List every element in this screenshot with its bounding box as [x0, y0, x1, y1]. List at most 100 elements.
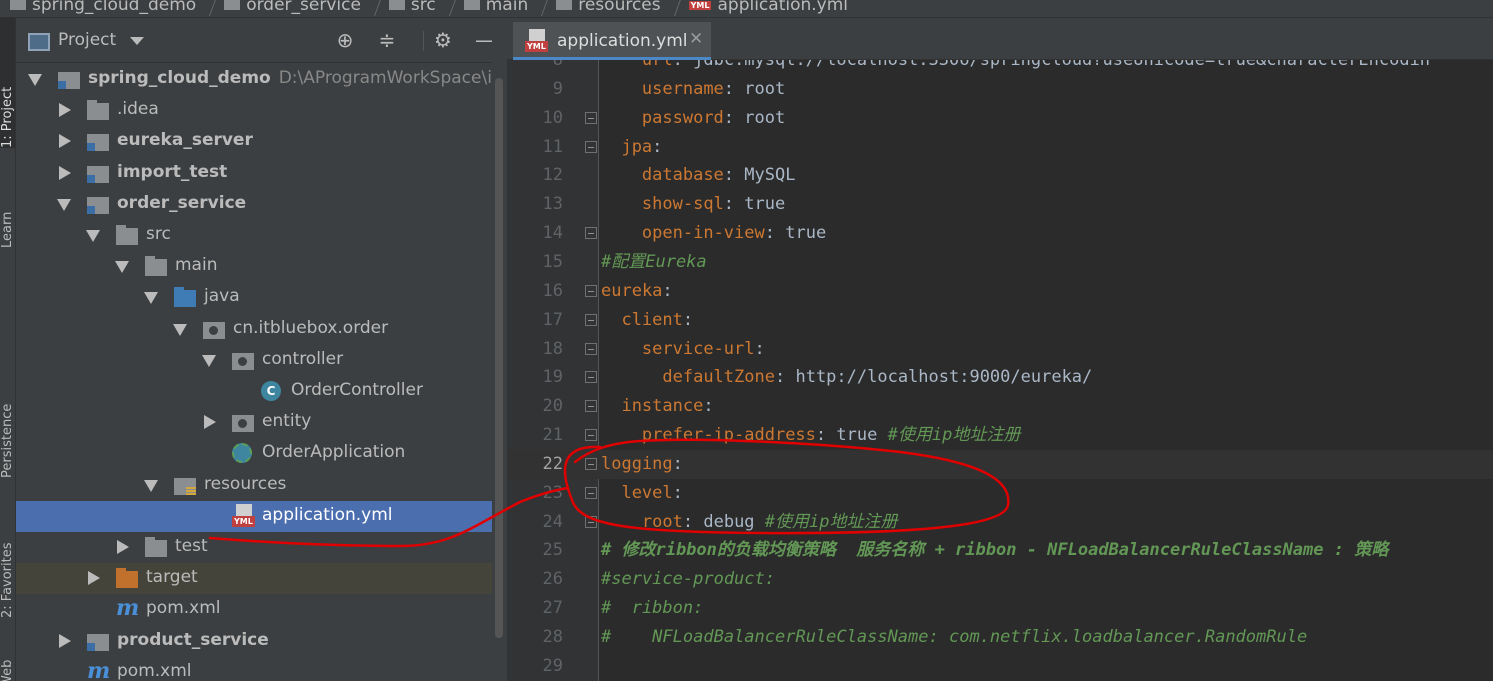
expand-arrow-down-icon[interactable]: [202, 354, 216, 367]
project-view-selector[interactable]: Project: [58, 30, 116, 50]
expand-arrow-right-icon[interactable]: [204, 415, 216, 430]
expand-arrow-right-icon[interactable]: [59, 165, 71, 180]
fold-marker-icon[interactable]: [585, 111, 597, 124]
breadcrumb-item[interactable]: resources: [546, 0, 683, 16]
tree-item[interactable]: product_service: [16, 626, 507, 657]
code-line[interactable]: 11 jpa:: [507, 133, 1493, 162]
code-line[interactable]: 17 client:: [507, 306, 1493, 335]
expand-arrow-right-icon[interactable]: [117, 540, 129, 554]
code-line[interactable]: 12 database: MySQL: [507, 161, 1493, 190]
project-scrollbar[interactable]: [492, 18, 507, 681]
tree-item[interactable]: spring_cloud_demo D:\AProgramWorkSpace\id…: [16, 64, 507, 95]
close-icon[interactable]: ✕: [689, 29, 703, 49]
code-line[interactable]: 21 prefer-ip-address: true #使用ip地址注册: [507, 421, 1493, 450]
favorites-tool-tab[interactable]: 2: Favorites: [0, 498, 15, 618]
tree-item[interactable]: src: [16, 220, 507, 251]
tree-item[interactable]: .idea: [16, 95, 507, 126]
tab-application-yml[interactable]: YML application.yml ✕: [513, 22, 711, 60]
expand-arrow-right-icon[interactable]: [59, 134, 71, 149]
fold-marker-icon[interactable]: [585, 486, 597, 499]
tree-item[interactable]: entity: [16, 407, 507, 438]
scrollbar-thumb[interactable]: [495, 78, 503, 638]
fold-marker-icon[interactable]: [585, 515, 597, 528]
tree-item[interactable]: cn.itbluebox.order: [16, 314, 507, 345]
web-tool-tab[interactable]: Web: [0, 648, 15, 681]
breadcrumb-item[interactable]: spring_cloud_demo: [0, 0, 219, 16]
tree-item-label: entity: [262, 411, 311, 431]
code-editor[interactable]: 8 url: jdbc:mysql://localhost:3306/spring…: [507, 60, 1493, 681]
code-line[interactable]: 25 # 修改ribbon的负载均衡策略 服务名称 + ribbon - NFLo…: [507, 536, 1493, 565]
maven-icon: m: [87, 657, 111, 681]
fold-marker-icon[interactable]: [585, 429, 597, 442]
code-line[interactable]: 8 url: jdbc:mysql://localhost:3306/spring…: [507, 60, 1493, 75]
expand-arrow-down-icon[interactable]: [144, 292, 158, 305]
code-line[interactable]: 27 # ribbon:: [507, 594, 1493, 623]
expand-arrow-right-icon[interactable]: [59, 633, 71, 648]
code-line[interactable]: 26 #service-product:: [507, 565, 1493, 594]
expand-arrow-down-icon[interactable]: [28, 74, 42, 86]
tree-item-text: controller: [262, 348, 344, 369]
tree-item-text: eureka_server: [117, 130, 253, 151]
tree-item[interactable]: controller: [16, 345, 507, 376]
tree-item[interactable]: java: [16, 282, 507, 313]
code-line[interactable]: 15 #配置Eureka: [507, 248, 1493, 277]
tree-item[interactable]: target: [16, 563, 507, 595]
code-line[interactable]: 10 password: root: [507, 104, 1493, 133]
fold-marker-icon[interactable]: [585, 140, 597, 153]
tree-item[interactable]: YML application.yml: [16, 500, 507, 532]
code-line[interactable]: 14 open-in-view: true: [507, 219, 1493, 248]
expand-arrow-down-icon[interactable]: [86, 230, 100, 242]
code-line[interactable]: 16 eureka:: [507, 277, 1493, 306]
fold-marker-icon[interactable]: [585, 227, 597, 240]
expand-arrow-down-icon[interactable]: [115, 261, 129, 274]
tree-item[interactable]: OrderApplication: [16, 438, 507, 469]
tree-item[interactable]: m pom.xml: [16, 657, 507, 681]
tree-item[interactable]: test: [16, 532, 507, 563]
tree-item[interactable]: eureka_server: [16, 126, 507, 157]
project-path: D:\AProgramWorkSpace\idea\te: [278, 68, 507, 88]
fold-marker-icon[interactable]: [585, 371, 597, 384]
fold-marker-icon[interactable]: [585, 457, 597, 470]
fold-marker-icon[interactable]: [585, 400, 597, 413]
code-line[interactable]: 29: [507, 652, 1493, 681]
line-number: 15: [542, 251, 563, 272]
breadcrumb-item[interactable]: main: [454, 0, 551, 16]
code-line[interactable]: 28 # NFLoadBalancerRuleClassName: com.net…: [507, 623, 1493, 652]
tree-item[interactable]: resources: [16, 470, 507, 501]
expand-arrow-right-icon[interactable]: [88, 571, 100, 586]
tree-item[interactable]: import_test: [16, 158, 507, 189]
expand-arrow-right-icon[interactable]: [59, 103, 71, 118]
tree-item[interactable]: C OrderController: [16, 376, 507, 407]
breadcrumb-item[interactable]: order_service: [214, 0, 383, 16]
gear-icon[interactable]: ⚙: [431, 28, 455, 52]
tree-item[interactable]: m pom.xml: [16, 594, 507, 625]
code-line[interactable]: 19 defaultZone: http://localhost:9000/eur…: [507, 363, 1493, 392]
code-line[interactable]: 22 logging:: [507, 449, 1493, 479]
tree-item-label: product_service: [117, 630, 269, 650]
learn-tool-tab[interactable]: Learn: [0, 168, 15, 248]
tree-item[interactable]: main: [16, 251, 507, 282]
fold-marker-icon[interactable]: [585, 342, 597, 355]
fold-marker-icon[interactable]: [585, 313, 597, 326]
line-number: 24: [542, 511, 563, 532]
code-line[interactable]: 24 root: debug #使用ip地址注册: [507, 508, 1493, 537]
tree-item[interactable]: order_service: [16, 189, 507, 220]
code-line[interactable]: 18 service-url:: [507, 335, 1493, 364]
code-line[interactable]: 9 username: root: [507, 75, 1493, 104]
expand-arrow-down-icon[interactable]: [144, 479, 158, 492]
yaml-comment: #配置Eureka: [601, 251, 707, 272]
chevron-down-icon[interactable]: [130, 37, 144, 45]
code-line[interactable]: 13 show-sql: true: [507, 190, 1493, 219]
project-tool-tab[interactable]: 1: Project: [0, 18, 15, 148]
expand-arrow-down-icon[interactable]: [173, 323, 187, 336]
breadcrumb-item[interactable]: YML application.yml: [679, 0, 848, 15]
persistence-tool-tab[interactable]: Persistence: [0, 348, 15, 478]
code-line[interactable]: 23 level:: [507, 479, 1493, 508]
yaml-key: defaultZone: [662, 367, 775, 388]
fold-marker-icon[interactable]: [585, 284, 597, 297]
collapse-all-icon[interactable]: ≑: [375, 28, 399, 52]
code-line[interactable]: 20 instance:: [507, 392, 1493, 421]
locate-file-icon[interactable]: ⊕: [333, 28, 357, 52]
breadcrumb-item[interactable]: src: [379, 0, 458, 16]
expand-arrow-down-icon[interactable]: [57, 198, 71, 211]
